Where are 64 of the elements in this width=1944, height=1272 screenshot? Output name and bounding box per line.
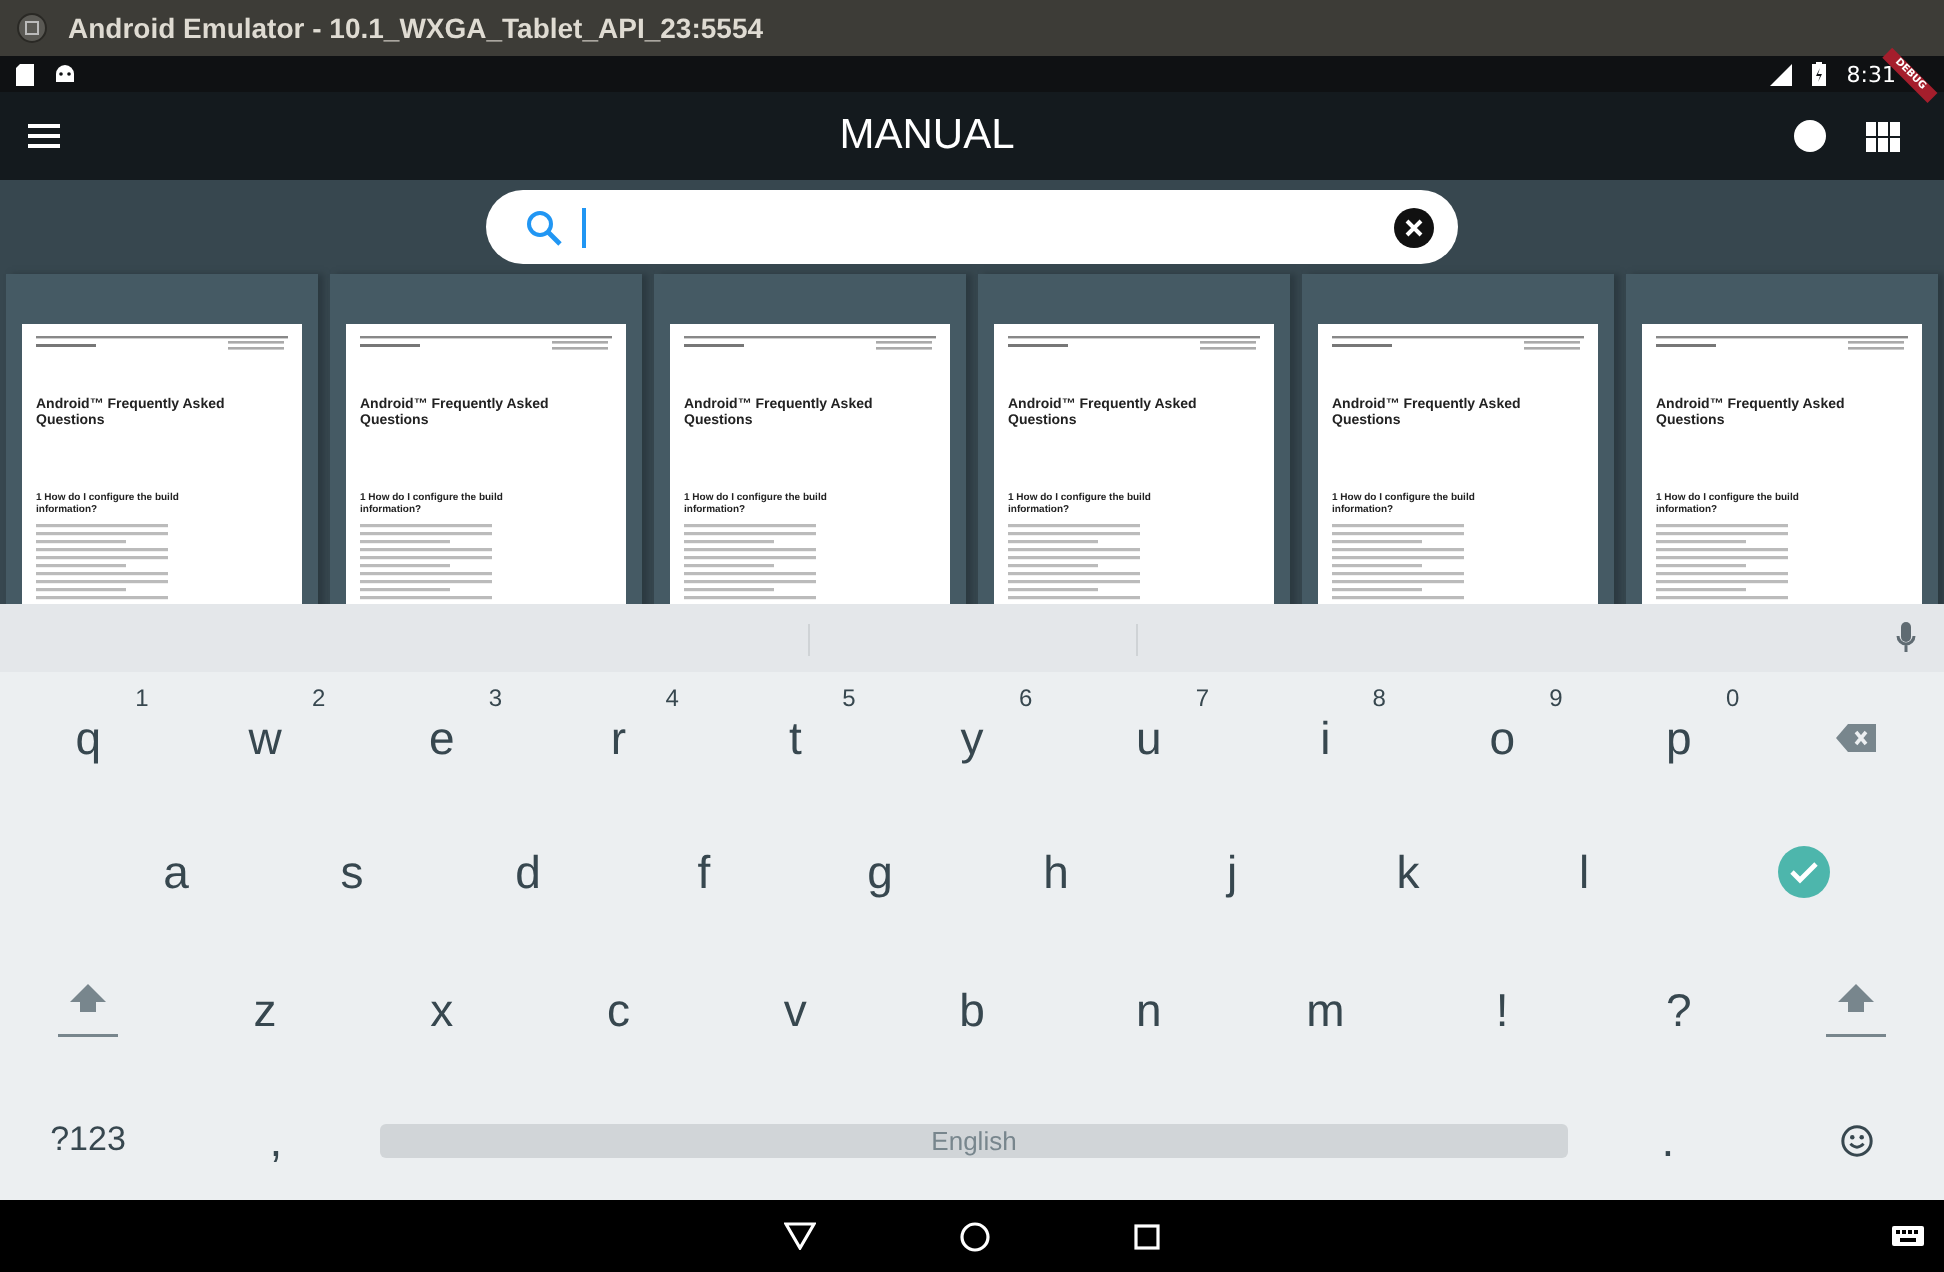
key-hint: 9: [1549, 684, 1563, 712]
key-hint: 6: [1018, 684, 1033, 712]
signal-icon: [1770, 63, 1793, 85]
grid-icon[interactable]: [1866, 121, 1900, 151]
keyboard-key[interactable]: a: [88, 804, 264, 940]
clear-icon[interactable]: [1394, 207, 1434, 247]
key-hint: 5: [842, 684, 856, 712]
search-field[interactable]: [486, 190, 1458, 264]
backspace-icon: [1835, 724, 1876, 752]
microphone-icon[interactable]: [1896, 622, 1916, 654]
keyboard-key[interactable]: z: [176, 940, 354, 1080]
key-hint: 0: [1725, 684, 1740, 712]
keyboard-key[interactable]: n: [1060, 940, 1238, 1080]
keyboard-key[interactable]: u 7: [1060, 672, 1238, 804]
keyboard-key[interactable]: m: [1237, 940, 1414, 1080]
keyboard-key[interactable]: ,: [176, 1080, 376, 1200]
key-hint: 2: [312, 684, 326, 712]
keyboard-key[interactable]: e 3: [353, 672, 531, 804]
keyboard-key[interactable]: p 0: [1590, 672, 1768, 804]
check-icon: [1778, 846, 1830, 898]
circle-icon[interactable]: [1794, 120, 1826, 152]
keyboard-key[interactable]: j: [1144, 804, 1320, 940]
key-hint: 8: [1372, 684, 1386, 712]
key-hint: 1: [135, 684, 149, 712]
menu-icon[interactable]: [28, 124, 60, 148]
keyboard-key[interactable]: !: [1413, 940, 1591, 1080]
keyboard-key[interactable]: i 8: [1237, 672, 1414, 804]
keyboard-key[interactable]: q 1: [0, 672, 177, 804]
keyboard-key[interactable]: w 2: [176, 672, 354, 804]
keyboard-key[interactable]: t 5: [706, 672, 884, 804]
keyboard-key[interactable]: k: [1320, 804, 1496, 940]
home-icon[interactable]: [960, 1221, 990, 1251]
battery-icon: [1812, 62, 1827, 86]
android-robot-icon: [54, 64, 76, 84]
keyboard-key[interactable]: .: [1568, 1080, 1768, 1200]
shift-icon: [1825, 980, 1886, 1040]
app-title: MANUAL: [837, 112, 1017, 160]
keyboard-key[interactable]: f: [616, 804, 792, 940]
keyboard-key[interactable]: y 6: [883, 672, 1061, 804]
window-menu-icon[interactable]: [16, 12, 48, 44]
key-hint: 7: [1195, 684, 1210, 712]
keyboard-key[interactable]: c: [530, 940, 707, 1080]
recents-icon[interactable]: [1134, 1223, 1160, 1249]
window-title: Android Emulator - 10.1_WXGA_Tablet_API_23:5554: [68, 12, 764, 44]
keyboard-key[interactable]: l: [1496, 804, 1672, 940]
key-hint: 3: [488, 684, 503, 712]
keyboard-key[interactable]: ?: [1590, 940, 1768, 1080]
shift-icon: [58, 980, 119, 1040]
key-hint: 4: [665, 684, 679, 712]
back-icon[interactable]: [784, 1222, 816, 1250]
smiley-icon: [1839, 1123, 1873, 1157]
keyboard-key[interactable]: b: [883, 940, 1061, 1080]
keyboard-key[interactable]: h: [968, 804, 1144, 940]
keyboard-key[interactable]: r 4: [530, 672, 707, 804]
keyboard-icon[interactable]: [1892, 1226, 1924, 1246]
keyboard-key[interactable]: o 9: [1413, 672, 1591, 804]
keyboard-key[interactable]: g: [792, 804, 968, 940]
keyboard-key[interactable]: s: [264, 804, 440, 940]
keyboard-key[interactable]: v: [706, 940, 884, 1080]
keyboard-key[interactable]: d: [440, 804, 616, 940]
search-icon: [526, 209, 562, 245]
keyboard-key[interactable]: x: [353, 940, 531, 1080]
sd-card-icon: [16, 63, 34, 85]
symbols-key[interactable]: ?123: [0, 1080, 176, 1200]
